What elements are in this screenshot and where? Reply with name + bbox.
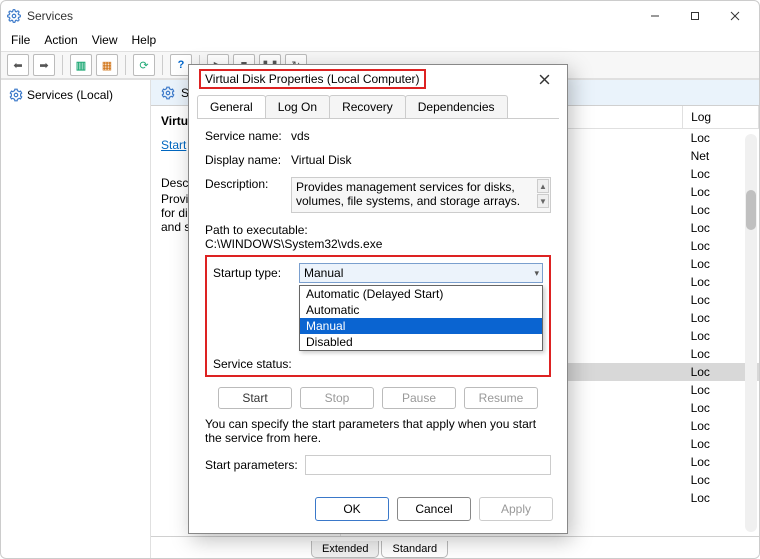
description-box[interactable]: Provides management services for disks, … — [291, 177, 551, 213]
resume-button[interactable]: Resume — [464, 387, 538, 409]
tab-recovery[interactable]: Recovery — [329, 95, 406, 118]
back-button[interactable]: ⬅ — [7, 54, 29, 76]
col-logon[interactable]: Log — [683, 106, 759, 129]
startup-option[interactable]: Disabled — [300, 334, 542, 350]
start-button[interactable]: Start — [218, 387, 292, 409]
maximize-button[interactable] — [677, 2, 713, 30]
scrollbar-thumb[interactable] — [746, 190, 756, 230]
tab-general[interactable]: General — [197, 95, 266, 118]
minimize-button[interactable] — [637, 2, 673, 30]
export-list-button[interactable]: ▦ — [96, 54, 118, 76]
gear-icon — [161, 86, 175, 100]
startup-type-combo[interactable]: Manual ▾ — [299, 263, 543, 283]
tab-extended[interactable]: Extended — [311, 541, 379, 558]
table-scrollbar[interactable] — [745, 134, 757, 532]
startup-type-group: Startup type: Manual ▾ Automatic (Delaye… — [205, 255, 551, 377]
display-name-value: Virtual Disk — [291, 153, 551, 167]
menu-action[interactable]: Action — [44, 33, 77, 47]
cancel-button[interactable]: Cancel — [397, 497, 471, 521]
tab-general-panel: Service name: vds Display name: Virtual … — [197, 118, 559, 489]
service-name-value: vds — [291, 129, 551, 143]
ok-button[interactable]: OK — [315, 497, 389, 521]
service-status-label: Service status: — [213, 357, 299, 371]
dialog-close-button[interactable] — [531, 69, 557, 89]
path-value: C:\WINDOWS\System32\vds.exe — [205, 237, 551, 251]
startup-type-label: Startup type: — [213, 266, 299, 280]
dlg-description-label: Description: — [205, 177, 291, 191]
startup-option[interactable]: Automatic — [300, 302, 542, 318]
dialog-tabs: General Log On Recovery Dependencies — [189, 89, 567, 118]
desc-scroll-up[interactable]: ▲ — [537, 179, 549, 193]
dialog-title: Virtual Disk Properties (Local Computer) — [199, 69, 426, 89]
tab-logon[interactable]: Log On — [265, 95, 330, 118]
refresh-button[interactable]: ⟳ — [133, 54, 155, 76]
apply-button[interactable]: Apply — [479, 497, 553, 521]
menubar: File Action View Help — [1, 31, 759, 51]
startup-option[interactable]: Automatic (Delayed Start) — [300, 286, 542, 302]
startup-type-value: Manual — [304, 266, 343, 280]
pause-button[interactable]: Pause — [382, 387, 456, 409]
menu-view[interactable]: View — [92, 33, 118, 47]
menu-help[interactable]: Help — [132, 33, 157, 47]
tree-pane: Services (Local) — [1, 80, 151, 558]
start-parameters-input[interactable] — [305, 455, 551, 475]
start-parameters-label: Start parameters: — [205, 458, 305, 472]
services-icon — [7, 9, 21, 23]
tab-dependencies[interactable]: Dependencies — [405, 95, 508, 118]
display-name-label: Display name: — [205, 153, 291, 167]
description-value: Provides management services for disks, … — [296, 180, 520, 208]
tab-standard[interactable]: Standard — [381, 541, 448, 558]
forward-button[interactable]: ➡ — [33, 54, 55, 76]
tree-root-services-local[interactable]: Services (Local) — [5, 86, 146, 104]
startup-type-dropdown[interactable]: Automatic (Delayed Start)AutomaticManual… — [299, 285, 543, 351]
tree-root-label: Services (Local) — [27, 88, 113, 102]
gear-icon — [9, 88, 23, 102]
show-hide-tree-button[interactable]: ▥ — [70, 54, 92, 76]
close-button[interactable] — [717, 2, 753, 30]
view-tabs: Extended Standard — [151, 536, 759, 558]
titlebar: Services — [1, 1, 759, 31]
stop-button[interactable]: Stop — [300, 387, 374, 409]
dialog-titlebar: Virtual Disk Properties (Local Computer) — [189, 65, 567, 89]
desc-scroll-down[interactable]: ▼ — [537, 194, 549, 208]
menu-file[interactable]: File — [11, 33, 30, 47]
start-parameters-hint: You can specify the start parameters tha… — [205, 417, 551, 445]
start-service-link[interactable]: Start — [161, 138, 186, 152]
properties-dialog: Virtual Disk Properties (Local Computer)… — [188, 64, 568, 534]
path-label: Path to executable: — [205, 223, 551, 237]
window-title: Services — [27, 9, 73, 23]
chevron-down-icon: ▾ — [534, 268, 539, 279]
service-name-label: Service name: — [205, 129, 291, 143]
startup-option[interactable]: Manual — [300, 318, 542, 334]
